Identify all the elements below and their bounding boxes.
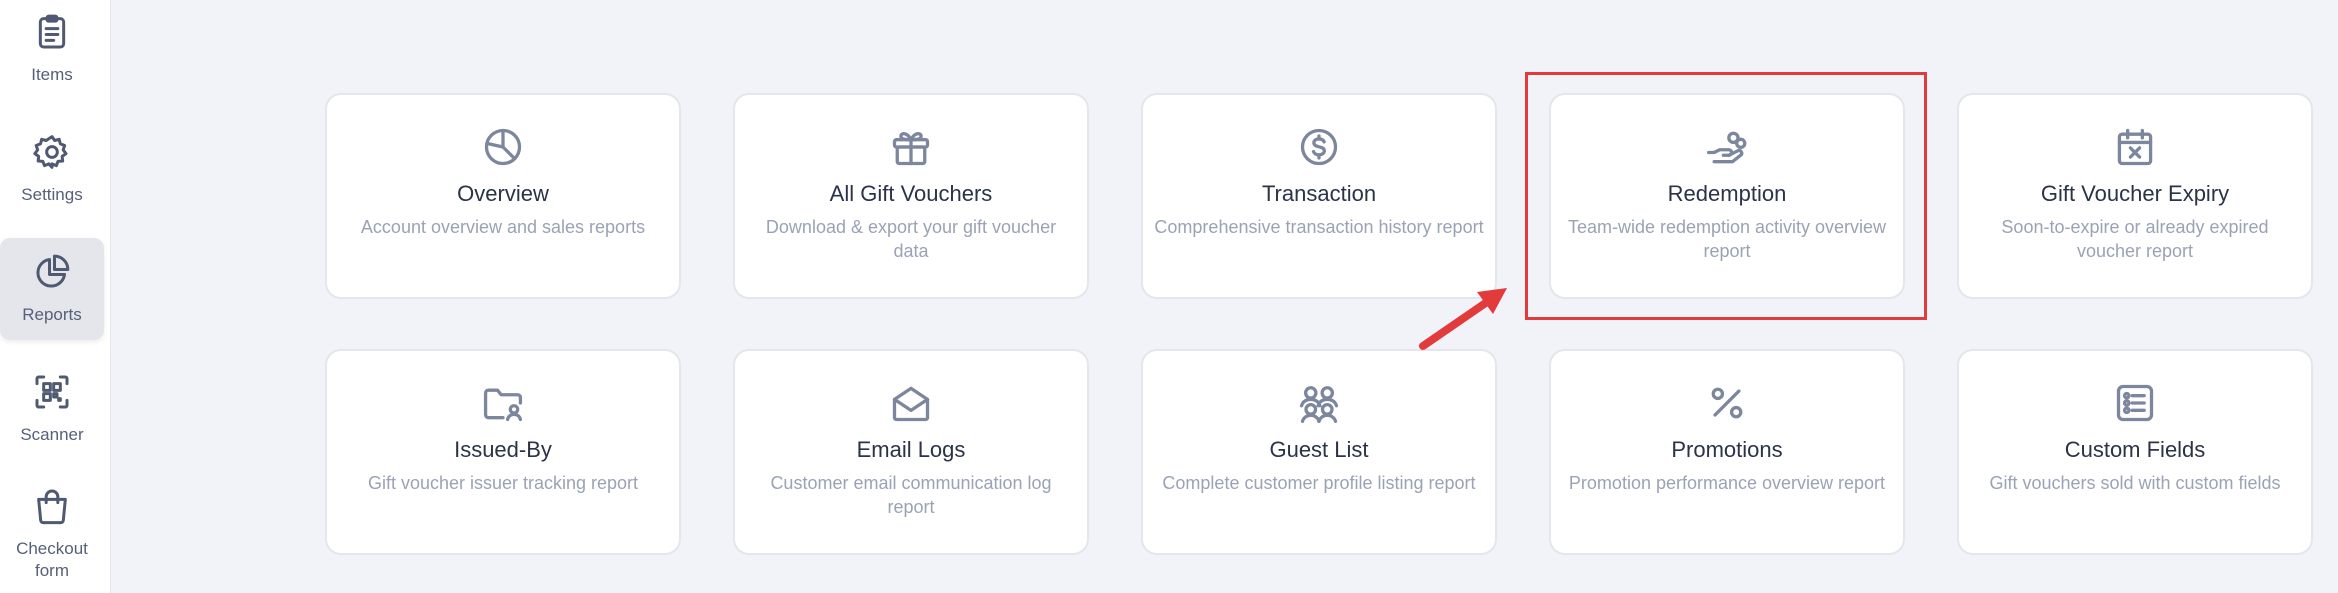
report-title: Overview: [457, 181, 549, 206]
report-card-promotions[interactable]: Promotions Promotion performance overvie…: [1549, 349, 1905, 555]
sidebar-item-checkout-form[interactable]: Checkout form: [0, 486, 104, 586]
pointer-arrow-icon: [1419, 288, 1507, 350]
report-title: All Gift Vouchers: [829, 181, 993, 206]
qr-scan-icon: [32, 372, 72, 418]
pie-chart-icon: [32, 252, 72, 298]
report-title: Promotions: [1671, 437, 1783, 462]
users-group-icon: [1297, 381, 1341, 425]
report-card-issued-by[interactable]: Issued-By Gift voucher issuer tracking r…: [325, 349, 681, 555]
report-card-email-logs[interactable]: Email Logs Customer email communication …: [733, 349, 1089, 555]
highlight-box: [1525, 72, 1927, 320]
report-card-custom-fields[interactable]: Custom Fields Gift vouchers sold with cu…: [1957, 349, 2313, 555]
report-description: Download & export your gift voucher data: [765, 217, 1057, 261]
report-card-transaction[interactable]: Transaction Comprehensive transaction hi…: [1141, 93, 1497, 299]
calendar-x-icon: [2113, 125, 2157, 169]
shopping-bag-icon: [32, 486, 72, 532]
report-description: Gift voucher issuer tracking report: [367, 473, 639, 493]
report-description: Soon-to-expire or already expired vouche…: [2001, 217, 2269, 261]
report-title: Guest List: [1269, 437, 1369, 462]
sidebar-item-label: Items: [31, 65, 73, 84]
report-title: Custom Fields: [2064, 437, 2206, 462]
report-description: Comprehensive transaction history report: [1154, 217, 1484, 237]
report-title: Gift Voucher Expiry: [2040, 181, 2230, 206]
list-checks-icon: [2113, 381, 2157, 425]
pie-chart-icon: [481, 125, 525, 169]
sidebar: Items Settings Reports Scanner Checkout …: [0, 0, 111, 593]
report-description: Customer email communication log report: [770, 473, 1052, 517]
report-description: Gift vouchers sold with custom fields: [1989, 473, 2281, 493]
report-card-gift-voucher-expiry[interactable]: Gift Voucher Expiry Soon-to-expire or al…: [1957, 93, 2313, 299]
sidebar-item-label: Scanner: [20, 425, 84, 444]
report-description: Complete customer profile listing report: [1162, 473, 1476, 493]
sidebar-item-settings[interactable]: Settings: [0, 132, 104, 212]
sidebar-item-items[interactable]: Items: [0, 12, 104, 92]
report-title: Email Logs: [856, 437, 966, 462]
envelope-open-icon: [889, 381, 933, 425]
report-card-all-gift-vouchers[interactable]: All Gift Vouchers Download & export your…: [733, 93, 1089, 299]
folder-user-icon: [481, 381, 525, 425]
sidebar-item-label: Reports: [22, 305, 82, 324]
clipboard-icon: [32, 12, 72, 58]
percent-icon: [1705, 381, 1749, 425]
gift-icon: [889, 125, 933, 169]
report-card-overview[interactable]: Overview Account overview and sales repo…: [325, 93, 681, 299]
report-title: Issued-By: [454, 437, 552, 462]
sidebar-item-label: Settings: [21, 185, 83, 204]
report-description: Account overview and sales reports: [360, 217, 646, 237]
report-card-guest-list[interactable]: Guest List Complete customer profile lis…: [1141, 349, 1497, 555]
report-description: Promotion performance overview report: [1568, 473, 1886, 493]
gear-icon: [32, 132, 72, 178]
report-title: Transaction: [1261, 181, 1377, 206]
dollar-circle-icon: [1297, 125, 1341, 169]
sidebar-item-label: Checkout form: [16, 539, 88, 580]
sidebar-item-scanner[interactable]: Scanner: [0, 372, 104, 452]
sidebar-item-reports[interactable]: Reports: [0, 238, 104, 340]
